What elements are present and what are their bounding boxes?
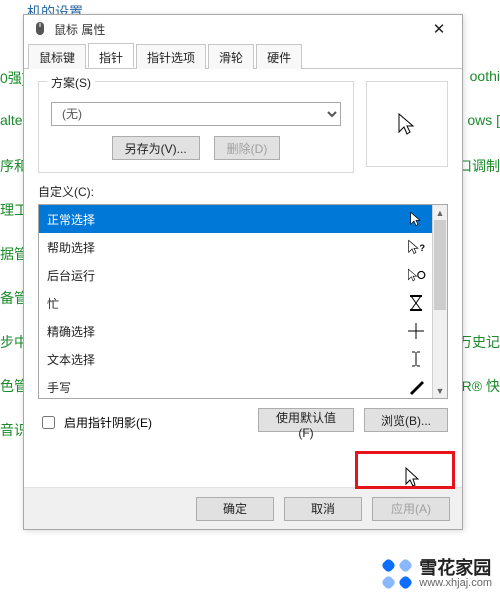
hourglass-icon: [406, 295, 426, 311]
list-item-help-select[interactable]: 帮助选择 ?: [39, 233, 432, 261]
bg-frag: oothi: [470, 68, 500, 84]
arrow-cursor-icon: [406, 211, 426, 227]
scroll-down-icon[interactable]: ▼: [433, 383, 447, 398]
cursor-list: 正常选择 帮助选择 ? 后台运行: [38, 204, 448, 399]
browse-button[interactable]: 浏览(B)...: [364, 408, 448, 432]
close-icon: ✕: [433, 20, 446, 38]
tab-pointer-options[interactable]: 指针选项: [136, 44, 206, 69]
arrow-help-icon: ?: [406, 239, 426, 255]
tabstrip: 鼠标键 指针 指针选项 滑轮 硬件: [24, 43, 462, 69]
dialog-footer: 确定 取消 应用(A): [24, 487, 462, 529]
tab-buttons[interactable]: 鼠标键: [28, 44, 86, 69]
list-item-label: 精确选择: [47, 323, 95, 340]
scheme-group-label: 方案(S): [47, 74, 95, 91]
save-as-button[interactable]: 另存为(V)...: [112, 136, 200, 160]
bg-frag: 口调制: [458, 156, 500, 176]
list-item-label: 帮助选择: [47, 239, 95, 256]
list-scrollbar[interactable]: ▲ ▼: [432, 205, 447, 398]
list-item-label: 忙: [47, 295, 59, 312]
tab-pointers[interactable]: 指针: [88, 43, 134, 68]
list-item-text-select[interactable]: 文本选择: [39, 345, 432, 373]
scroll-thumb[interactable]: [434, 220, 446, 310]
pen-icon: [406, 379, 426, 395]
ibeam-icon: [406, 351, 426, 367]
list-item-label: 后台运行: [47, 267, 95, 284]
arrow-busy-icon: [406, 267, 426, 283]
ok-button[interactable]: 确定: [196, 497, 274, 521]
dialog-title: 鼠标 属性: [54, 21, 418, 38]
cancel-button[interactable]: 取消: [284, 497, 362, 521]
scroll-up-icon[interactable]: ▲: [433, 205, 447, 220]
close-button[interactable]: ✕: [418, 16, 460, 42]
cursor-preview-large: [366, 81, 448, 167]
svg-text:?: ?: [419, 243, 425, 253]
list-item-precision-select[interactable]: 精确选择: [39, 317, 432, 345]
apply-button: 应用(A): [372, 497, 450, 521]
watermark: 雪花家园 www.xhjaj.com: [381, 558, 492, 590]
delete-button: 删除(D): [214, 136, 281, 160]
tab-body-pointers: 方案(S) (无) 另存为(V)... 删除(D) 自定义(C): 正常选择: [24, 69, 462, 487]
crosshair-icon: [406, 323, 426, 339]
bg-frag: R® 快: [462, 376, 500, 396]
watermark-url: www.xhjaj.com: [419, 578, 492, 590]
mouse-icon: [32, 21, 48, 37]
tab-wheel[interactable]: 滑轮: [208, 44, 254, 69]
list-item-busy[interactable]: 忙: [39, 289, 432, 317]
list-item-normal-select[interactable]: 正常选择: [39, 205, 432, 233]
watermark-logo-icon: [381, 558, 413, 590]
watermark-title: 雪花家园: [419, 559, 492, 578]
bg-frag: 万史记: [458, 332, 500, 352]
arrow-cursor-icon: [395, 112, 419, 136]
customize-label: 自定义(C):: [38, 183, 448, 200]
list-item-label: 手写: [47, 379, 71, 396]
titlebar[interactable]: 鼠标 属性 ✕: [24, 15, 462, 43]
bg-frag: ows [: [467, 112, 500, 128]
scroll-track[interactable]: [433, 220, 447, 383]
tab-hardware[interactable]: 硬件: [256, 44, 302, 69]
use-default-button[interactable]: 使用默认值(F): [258, 408, 354, 432]
list-item-label: 文本选择: [47, 351, 95, 368]
scheme-select[interactable]: (无): [51, 102, 341, 126]
scheme-group: 方案(S) (无) 另存为(V)... 删除(D): [38, 81, 354, 173]
list-item-label: 正常选择: [47, 211, 95, 228]
list-item-handwriting[interactable]: 手写: [39, 373, 432, 398]
list-item-working-in-bg[interactable]: 后台运行: [39, 261, 432, 289]
mouse-properties-dialog: 鼠标 属性 ✕ 鼠标键 指针 指针选项 滑轮 硬件 方案(S) (无) 另存为(…: [23, 14, 463, 530]
overlay-cursor-icon: [402, 466, 422, 486]
